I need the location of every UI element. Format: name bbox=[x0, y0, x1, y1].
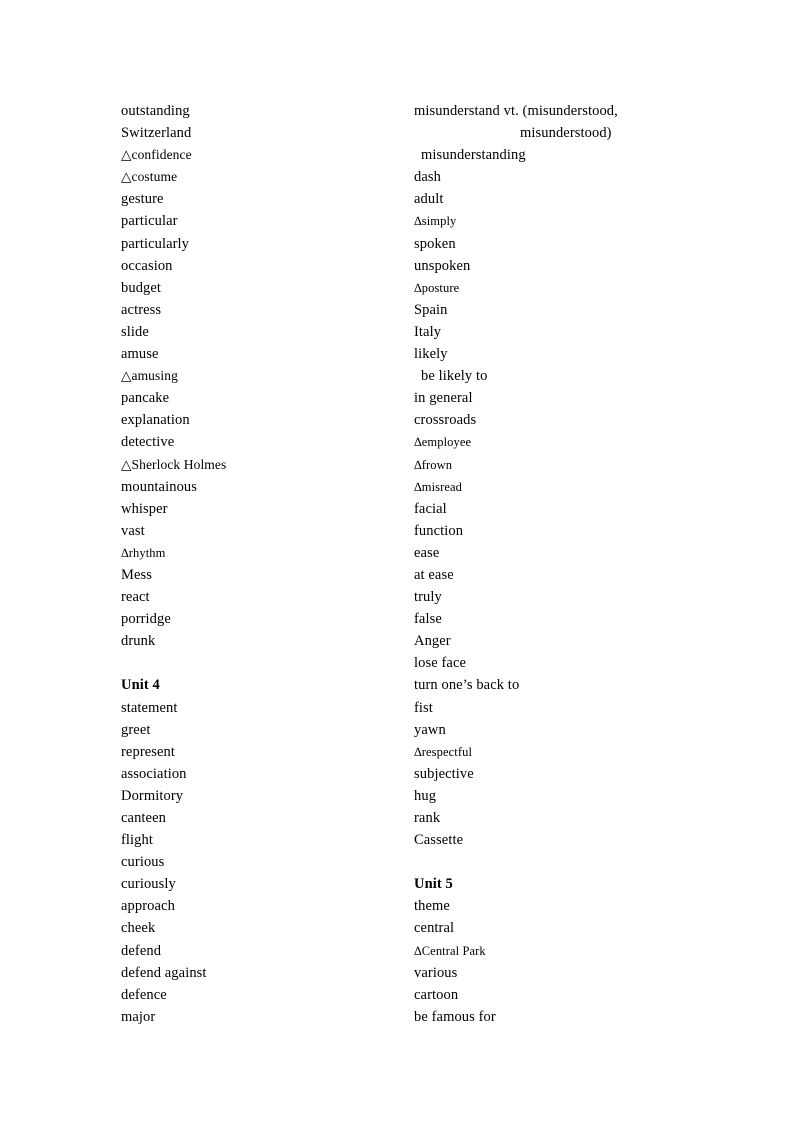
word-list-item: Dormitory bbox=[121, 787, 184, 804]
document-page: outstanding Switzerland △confidence △costum… bbox=[0, 0, 800, 1132]
word-list-item: particular bbox=[121, 213, 178, 230]
word-list-item: facial bbox=[414, 500, 447, 517]
word-list-item: rank bbox=[414, 810, 441, 826]
word-list-item-marked: ∆posture bbox=[414, 280, 460, 295]
word-list-continuation: misunderstood) bbox=[520, 125, 612, 142]
word-list-item-marked: ∆Central Park bbox=[414, 943, 486, 958]
word-list-item: likely bbox=[414, 346, 448, 363]
word-list-item: dash bbox=[414, 169, 441, 186]
word-list-item: Italy bbox=[414, 323, 442, 340]
word-list-item: unspoken bbox=[414, 257, 471, 274]
word-list-item: pancake bbox=[121, 390, 170, 407]
word-list-item: defence bbox=[121, 986, 167, 1003]
word-list-item: Mess bbox=[121, 566, 153, 583]
word-list-item: curious bbox=[121, 854, 165, 871]
word-list-item: yawn bbox=[414, 721, 446, 738]
word-list-item: gesture bbox=[121, 191, 164, 208]
word-list-item: particularly bbox=[121, 235, 190, 252]
word-list-column-left: outstanding Switzerland △confidence △costum… bbox=[121, 100, 391, 1028]
word-list-item: Anger bbox=[414, 633, 451, 650]
word-list-item: curiously bbox=[121, 876, 176, 893]
word-list-item: actress bbox=[121, 301, 162, 318]
word-list-item-marked: ∆rhythm bbox=[121, 545, 166, 560]
word-list-item: Switzerland bbox=[121, 125, 192, 142]
word-list-item: cheek bbox=[121, 920, 156, 937]
word-list-item: mountainous bbox=[121, 478, 198, 495]
word-list-item: truly bbox=[414, 589, 442, 606]
word-list-item: misunderstand vt. (misunderstood, bbox=[414, 103, 618, 119]
word-list-column-right: misunderstand vt. (misunderstood, misunde… bbox=[414, 100, 714, 1028]
word-list-item: various bbox=[414, 964, 458, 981]
word-list-item: in general bbox=[414, 390, 473, 407]
word-list-item-marked: △confidence bbox=[121, 147, 192, 163]
word-list-item: approach bbox=[121, 898, 175, 915]
word-list-item: turn one’s back to bbox=[414, 677, 520, 694]
word-list-item: vast bbox=[121, 522, 145, 539]
word-list-item-marked: △amusing bbox=[121, 368, 178, 384]
word-list-item-marked: ∆misread bbox=[414, 479, 463, 494]
word-list-item: statement bbox=[121, 699, 178, 716]
word-list-item: at ease bbox=[414, 566, 454, 583]
word-list-item: defend against bbox=[121, 964, 207, 981]
word-list-item-marked: ∆respectful bbox=[414, 744, 473, 759]
word-list-item: outstanding bbox=[121, 103, 190, 119]
word-list-item: be famous for bbox=[414, 1008, 496, 1025]
word-list-item: Cassette bbox=[414, 832, 464, 849]
word-list-item: canteen bbox=[121, 810, 166, 826]
word-list-item: react bbox=[121, 589, 150, 606]
word-list-item: function bbox=[414, 522, 464, 539]
word-list-item: spoken bbox=[414, 235, 456, 252]
word-list-subitem: be likely to bbox=[421, 368, 488, 385]
word-list-item-marked: △Sherlock Holmes bbox=[121, 456, 227, 472]
word-list-item: hug bbox=[414, 787, 437, 804]
word-list-item: subjective bbox=[414, 765, 474, 782]
word-list-item: Spain bbox=[414, 301, 448, 318]
word-list-item: explanation bbox=[121, 412, 190, 429]
word-list-item: major bbox=[121, 1008, 156, 1025]
word-list-item: amuse bbox=[121, 346, 159, 363]
word-list-item: adult bbox=[414, 191, 444, 208]
word-list-item: whisper bbox=[121, 500, 168, 517]
word-list-item: theme bbox=[414, 898, 450, 915]
word-list-item: budget bbox=[121, 279, 162, 296]
word-list-item: ease bbox=[414, 544, 440, 561]
word-list-item-marked: ∆employee bbox=[414, 435, 472, 450]
word-list-item: occasion bbox=[121, 257, 173, 274]
word-list-item-marked: ∆simply bbox=[414, 214, 457, 229]
unit-heading: Unit 4 bbox=[121, 677, 160, 694]
word-list-item: defend bbox=[121, 942, 162, 959]
word-list-item: greet bbox=[121, 721, 151, 738]
word-list-item: flight bbox=[121, 832, 154, 849]
word-list-item: false bbox=[414, 611, 442, 628]
word-list-item: association bbox=[121, 765, 187, 782]
word-list-item: cartoon bbox=[414, 986, 459, 1003]
word-list-item: fist bbox=[414, 699, 433, 716]
unit-heading: Unit 5 bbox=[414, 876, 453, 893]
word-list-item-marked: ∆frown bbox=[414, 457, 453, 472]
word-list-item: central bbox=[414, 920, 455, 937]
word-list-item-marked: △costume bbox=[121, 169, 178, 185]
word-list-subitem: misunderstanding bbox=[421, 147, 526, 164]
word-list-item: crossroads bbox=[414, 412, 477, 429]
word-list-item: detective bbox=[121, 434, 175, 451]
word-list-item: porridge bbox=[121, 611, 171, 628]
word-list-item: drunk bbox=[121, 633, 156, 650]
word-list-item: lose face bbox=[414, 655, 467, 672]
word-list-item: slide bbox=[121, 323, 149, 340]
word-list-item: represent bbox=[121, 743, 176, 760]
